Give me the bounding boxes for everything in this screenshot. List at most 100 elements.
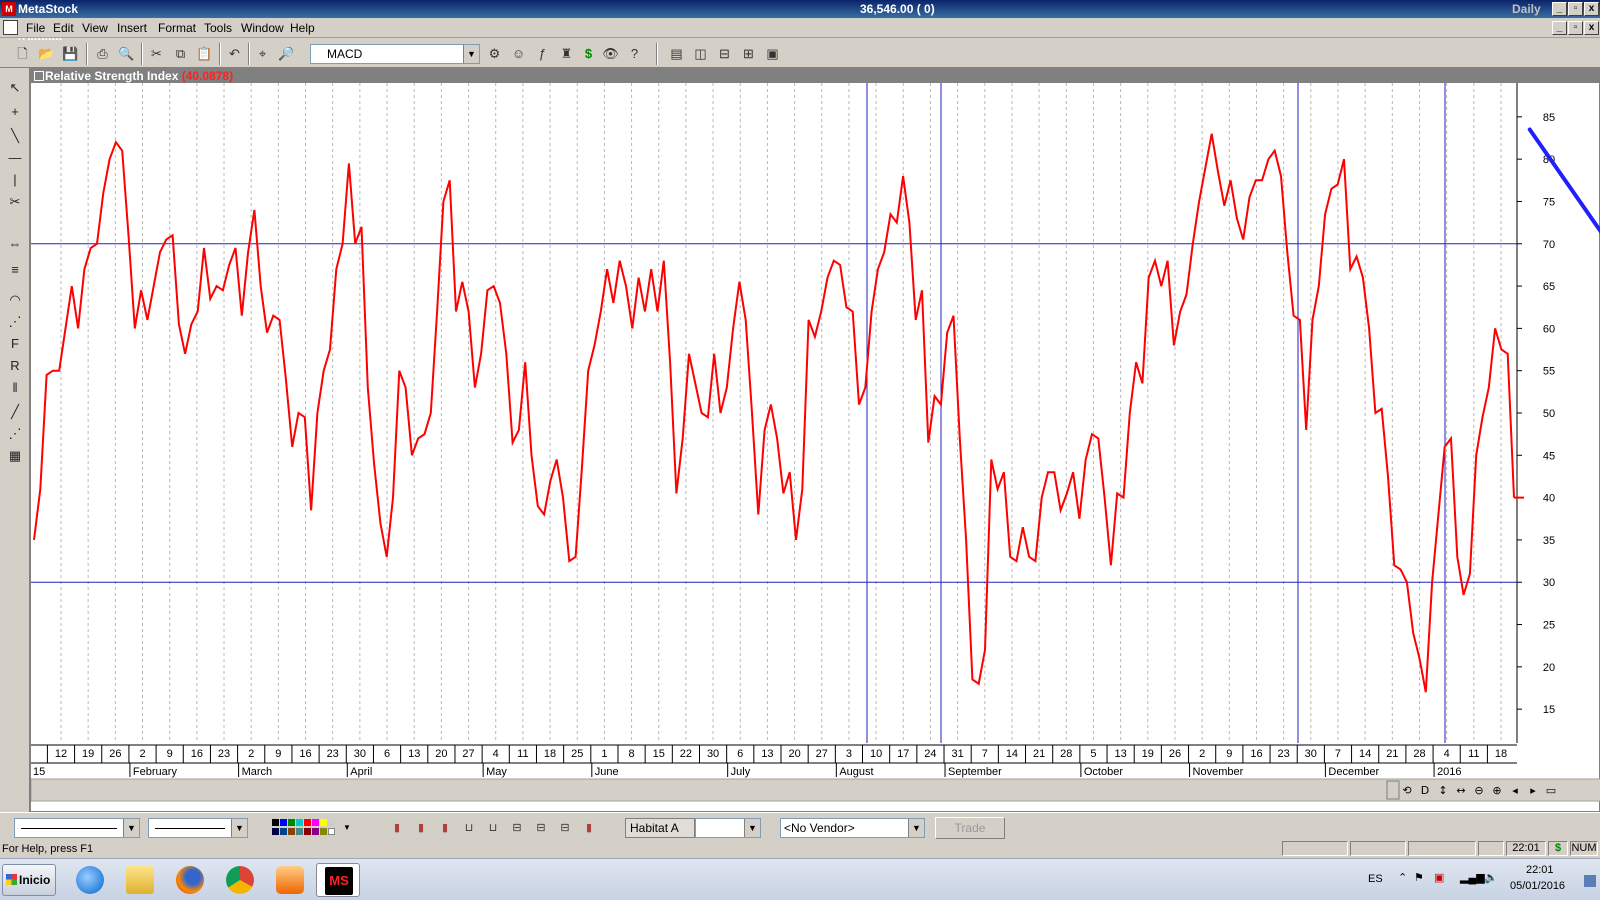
print-icon[interactable]: ⎙: [92, 43, 113, 64]
clock-date[interactable]: 05/01/2016: [1510, 880, 1565, 892]
line-weight-select[interactable]: ▼: [148, 818, 248, 838]
chevron-down-icon[interactable]: ▼: [123, 819, 139, 837]
expert-advisor-icon[interactable]: ⚙: [484, 43, 505, 64]
menu-help[interactable]: Help: [290, 21, 315, 35]
color-swatch[interactable]: [304, 828, 311, 835]
crosshair-icon[interactable]: ⌖: [252, 43, 273, 64]
vertical-line-icon[interactable]: |: [5, 170, 25, 190]
show-desktop-button[interactable]: [1584, 875, 1596, 887]
trade-button[interactable]: Trade: [935, 817, 1005, 839]
color-swatch[interactable]: [304, 819, 311, 826]
color-swatch[interactable]: [320, 828, 327, 835]
color-swatch[interactable]: [312, 828, 319, 835]
nav-icon[interactable]: ▭: [1546, 784, 1556, 797]
chart-menu-icon[interactable]: [34, 71, 44, 81]
chart-style-equivolume-icon[interactable]: ⊔: [484, 818, 502, 838]
cut-icon[interactable]: ✂: [146, 43, 167, 64]
start-button[interactable]: Inicio: [2, 864, 56, 896]
menu-tools[interactable]: Tools: [204, 21, 232, 35]
nav-icon[interactable]: ⊖: [1474, 784, 1483, 797]
doc-close-button[interactable]: x: [1584, 21, 1599, 35]
menu-file[interactable]: File: [26, 21, 45, 35]
crosshair-tool-icon[interactable]: +: [5, 102, 25, 122]
doc-minimize-button[interactable]: _: [1552, 21, 1567, 35]
chart-style-kagi-icon[interactable]: ⊟: [508, 818, 526, 838]
color-swatch[interactable]: [280, 828, 287, 835]
undo-icon[interactable]: ↶: [224, 43, 245, 64]
chevron-down-icon[interactable]: ▼: [463, 45, 479, 63]
dollar-icon[interactable]: $: [578, 43, 599, 64]
language-indicator[interactable]: ES: [1368, 873, 1383, 885]
formula-icon[interactable]: ƒ: [532, 43, 553, 64]
chart-style-line-icon[interactable]: ▮: [388, 818, 406, 838]
chart-style-three-line-icon[interactable]: ▮: [580, 818, 598, 838]
open-folder-icon[interactable]: 📂: [36, 43, 57, 64]
nav-icon[interactable]: ▸: [1530, 784, 1536, 797]
clock-time[interactable]: 22:01: [1526, 864, 1554, 876]
tile-horizontal-icon[interactable]: ⊟: [714, 43, 735, 64]
arrange-icon[interactable]: ▣: [762, 43, 783, 64]
explorer-icon[interactable]: ☺: [508, 43, 529, 64]
nav-icon[interactable]: D: [1421, 784, 1429, 797]
nav-icon[interactable]: ◂: [1512, 784, 1518, 797]
symbol-field[interactable]: Habitat A: [625, 818, 695, 838]
color-swatch[interactable]: [296, 828, 303, 835]
menu-window[interactable]: Window: [241, 21, 284, 35]
fibonacci-icon[interactable]: F: [5, 334, 25, 354]
taskbar-app-chrome[interactable]: [218, 863, 262, 897]
chevron-down-icon[interactable]: ▼: [744, 819, 760, 837]
paste-icon[interactable]: 📋: [194, 43, 215, 64]
alert-icon[interactable]: ▣: [1434, 871, 1444, 884]
menu-format[interactable]: Format: [158, 21, 196, 35]
zoom-width-icon[interactable]: ⇔: [5, 234, 25, 254]
nav-icon[interactable]: ⟲: [1402, 784, 1411, 797]
new-file-icon[interactable]: 🗋: [12, 43, 33, 64]
chevron-up-icon[interactable]: ⌃: [1398, 871, 1407, 884]
security-icon[interactable]: ⚑: [1414, 871, 1424, 884]
chart-style-volume-icon[interactable]: ⊔: [460, 818, 478, 838]
channel-icon[interactable]: ≡: [5, 260, 25, 280]
tile-vertical-icon[interactable]: ◫: [690, 43, 711, 64]
minimize-button[interactable]: _: [1552, 2, 1567, 16]
cascade-windows-icon[interactable]: ▤: [666, 43, 687, 64]
taskbar-app-metastock[interactable]: MS: [316, 863, 360, 897]
color-swatch[interactable]: [296, 819, 303, 826]
chevron-down-icon[interactable]: ▼: [908, 819, 924, 837]
help-pointer-icon[interactable]: ?: [624, 43, 645, 64]
retracement-icon[interactable]: R: [5, 356, 25, 376]
print-preview-icon[interactable]: 🔍: [116, 43, 137, 64]
menu-insert[interactable]: Insert: [117, 21, 147, 35]
color-swatch[interactable]: [320, 819, 327, 826]
volume-icon[interactable]: 🔈: [1484, 871, 1498, 884]
pointer-icon[interactable]: ↖: [5, 78, 25, 98]
binoculars-icon[interactable]: 👁: [600, 43, 621, 64]
trendline-tool-icon[interactable]: ╲: [5, 126, 25, 146]
taskbar-app-ie[interactable]: [68, 863, 112, 897]
indicator-select[interactable]: MACD ▼: [310, 44, 480, 64]
vendor-select[interactable]: <No Vendor> ▼: [780, 818, 925, 838]
menu-view[interactable]: View: [82, 21, 108, 35]
doc-restore-button[interactable]: ▫: [1568, 21, 1583, 35]
chevron-down-icon[interactable]: ▼: [338, 818, 356, 838]
copy-icon[interactable]: ⧉: [170, 43, 191, 64]
color-swatch[interactable]: [280, 819, 287, 826]
ray-icon[interactable]: ╱: [5, 402, 25, 422]
scissors-tool-icon[interactable]: ✂: [5, 192, 25, 212]
color-swatch[interactable]: [272, 828, 279, 835]
chart-style-renko-icon[interactable]: ⊟: [532, 818, 550, 838]
rsi-chart[interactable]: 12 19 26 2 9 16 23 2 9 16 23 30 6 13 20 27 4 11 18 25 1 8 15 22…: [31, 69, 1600, 813]
system-tester-icon[interactable]: ♜: [556, 43, 577, 64]
cycle-lines-icon[interactable]: ‖: [5, 378, 25, 398]
taskbar-app-firefox[interactable]: [168, 863, 212, 897]
taskbar-app-explorer[interactable]: [118, 863, 162, 897]
color-swatch[interactable]: [288, 828, 295, 835]
color-swatch[interactable]: [328, 819, 335, 826]
close-button[interactable]: x: [1584, 2, 1599, 16]
chart-window[interactable]: 12 19 26 2 9 16 23 2 9 16 23 30 6 13 20 27 4 11 18 25 1 8 15 22…: [30, 68, 1600, 812]
zoom-icon[interactable]: 🔎: [276, 43, 297, 64]
menu-edit[interactable]: Edit: [53, 21, 74, 35]
fan-icon[interactable]: ⋰: [5, 312, 25, 332]
save-icon[interactable]: 💾: [60, 43, 81, 64]
horizontal-line-icon[interactable]: —: [5, 148, 25, 168]
color-swatch[interactable]: [272, 819, 279, 826]
